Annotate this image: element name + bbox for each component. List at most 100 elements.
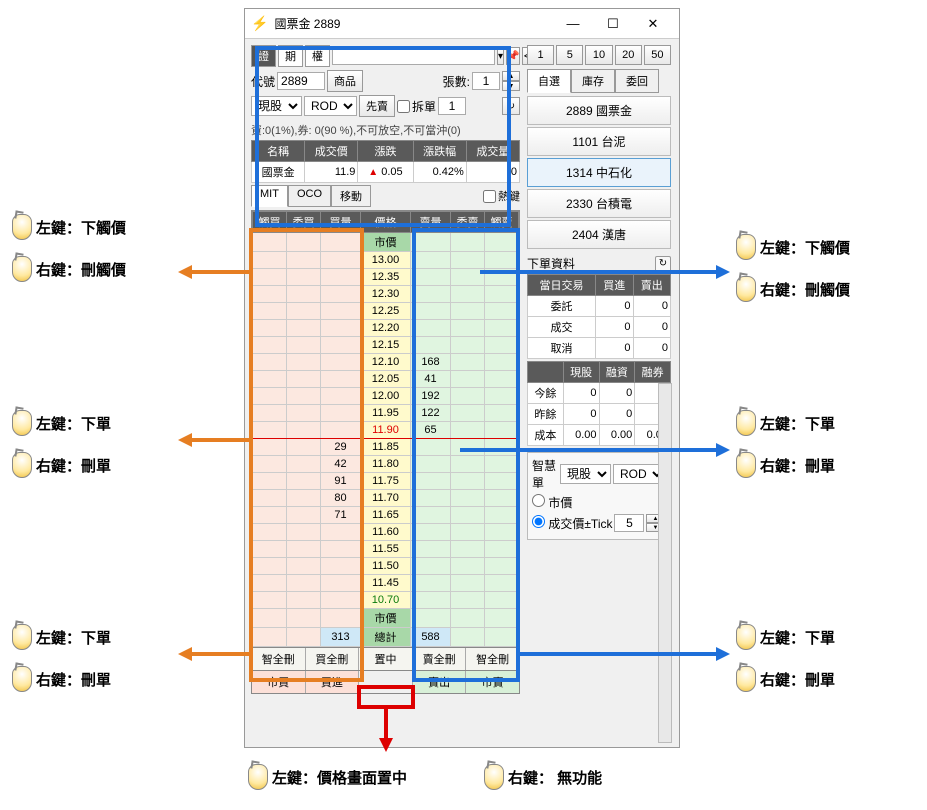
product-button[interactable]: 商品	[327, 70, 363, 92]
price-cell[interactable]: 12.10	[361, 354, 411, 371]
order-sell-cell[interactable]	[451, 541, 485, 558]
trigger-sell-cell[interactable]	[485, 388, 519, 405]
order-sell-cell[interactable]	[451, 422, 485, 439]
price-cell[interactable]: 11.60	[361, 524, 411, 541]
trigger-sell-cell[interactable]	[485, 354, 519, 371]
ladder-action2-3[interactable]: 賣出	[413, 671, 467, 693]
price-cell[interactable]: 11.55	[361, 541, 411, 558]
ask-vol-cell[interactable]: 192	[411, 388, 451, 405]
ladder-action2-2[interactable]	[359, 671, 413, 693]
trigger-sell-cell[interactable]	[485, 337, 519, 354]
ladder-action-1[interactable]: 買全刪	[306, 648, 360, 670]
ask-vol-cell[interactable]	[411, 286, 451, 303]
ask-vol-cell[interactable]	[411, 456, 451, 473]
trigger-sell-cell[interactable]	[485, 592, 519, 609]
trigger-buy-cell[interactable]	[253, 337, 287, 354]
bid-vol-cell[interactable]	[321, 592, 361, 609]
maximize-button[interactable]: ☐	[593, 10, 633, 38]
trigger-buy-cell[interactable]	[253, 354, 287, 371]
dropdown-icon[interactable]: ▾	[497, 47, 504, 65]
trigger-sell-cell[interactable]	[485, 473, 519, 490]
qty-down-icon[interactable]: ▼	[502, 81, 520, 91]
order-sell-cell[interactable]	[451, 337, 485, 354]
ask-vol-cell[interactable]: 168	[411, 354, 451, 371]
bid-vol-cell[interactable]	[321, 524, 361, 541]
bid-vol-cell[interactable]	[321, 269, 361, 286]
trigger-sell-cell[interactable]	[485, 490, 519, 507]
bid-vol-cell[interactable]	[321, 354, 361, 371]
order-buy-cell[interactable]	[287, 422, 321, 439]
tif-select[interactable]: ROD	[304, 96, 357, 116]
bid-vol-cell[interactable]	[321, 371, 361, 388]
hotkey-checkbox[interactable]	[483, 190, 496, 203]
qty-preset-50[interactable]: 50	[644, 45, 671, 65]
ask-vol-cell[interactable]	[411, 303, 451, 320]
ask-vol-cell[interactable]	[411, 507, 451, 524]
trigger-buy-cell[interactable]	[253, 507, 287, 524]
order-buy-cell[interactable]	[287, 337, 321, 354]
ask-vol-cell[interactable]	[411, 337, 451, 354]
scrollbar[interactable]	[658, 383, 672, 743]
price-cell[interactable]: 11.90	[361, 422, 411, 439]
subtab-move[interactable]: 移動	[331, 185, 371, 207]
price-cell[interactable]: 12.25	[361, 303, 411, 320]
price-cell[interactable]: 12.30	[361, 286, 411, 303]
trigger-buy-cell[interactable]	[253, 558, 287, 575]
smart-tick-input[interactable]	[614, 514, 644, 532]
order-sell-cell[interactable]	[451, 473, 485, 490]
order-sell-cell[interactable]	[451, 592, 485, 609]
order-buy-cell[interactable]	[287, 320, 321, 337]
trigger-buy-cell[interactable]	[253, 439, 287, 456]
order-buy-cell[interactable]	[287, 439, 321, 456]
trigger-buy-cell[interactable]	[253, 473, 287, 490]
order-buy-cell[interactable]	[287, 388, 321, 405]
side-tab-1[interactable]: 庫存	[571, 69, 615, 93]
ask-vol-cell[interactable]	[411, 558, 451, 575]
bid-vol-cell[interactable]: 91	[321, 473, 361, 490]
bid-vol-cell[interactable]	[321, 337, 361, 354]
order-sell-cell[interactable]	[451, 388, 485, 405]
trigger-sell-cell[interactable]	[485, 405, 519, 422]
trigger-buy-cell[interactable]	[253, 388, 287, 405]
order-type-select[interactable]: 現股	[251, 96, 302, 116]
ask-vol-cell[interactable]	[411, 490, 451, 507]
order-buy-cell[interactable]	[287, 524, 321, 541]
order-buy-cell[interactable]	[287, 371, 321, 388]
price-cell[interactable]: 12.15	[361, 337, 411, 354]
trigger-sell-cell[interactable]	[485, 541, 519, 558]
order-buy-cell[interactable]	[287, 456, 321, 473]
trigger-buy-cell[interactable]	[253, 320, 287, 337]
bid-vol-cell[interactable]: 80	[321, 490, 361, 507]
qty-preset-1[interactable]: 1	[527, 45, 554, 65]
ladder-action-0[interactable]: 智全刪	[252, 648, 306, 670]
order-sell-cell[interactable]	[451, 575, 485, 592]
ask-vol-cell[interactable]	[411, 473, 451, 490]
split-input[interactable]	[438, 97, 466, 115]
smart-market-radio[interactable]	[532, 494, 545, 507]
pin-icon[interactable]: 📌	[506, 47, 520, 65]
trigger-sell-cell[interactable]	[485, 422, 519, 439]
price-cell[interactable]: 11.75	[361, 473, 411, 490]
order-sell-cell[interactable]	[451, 354, 485, 371]
smart-tick-radio[interactable]	[532, 515, 545, 528]
ladder-action2-1[interactable]: 買進	[306, 671, 360, 693]
subtab-oco[interactable]: OCO	[288, 185, 331, 207]
bid-vol-cell[interactable]	[321, 252, 361, 269]
price-cell[interactable]: 12.20	[361, 320, 411, 337]
subtab-mit[interactable]: MIT	[251, 185, 288, 207]
ladder-action-4[interactable]: 智全刪	[466, 648, 519, 670]
trigger-sell-cell[interactable]	[485, 575, 519, 592]
ask-vol-cell[interactable]: 122	[411, 405, 451, 422]
qty-up-icon[interactable]: ▲	[502, 71, 520, 81]
watch-item[interactable]: 2889 國票金	[527, 96, 671, 125]
trigger-sell-cell[interactable]	[485, 507, 519, 524]
order-sell-cell[interactable]	[451, 286, 485, 303]
order-buy-cell[interactable]	[287, 592, 321, 609]
split-checkbox[interactable]	[397, 100, 410, 113]
bid-vol-cell[interactable]: 71	[321, 507, 361, 524]
qty-preset-10[interactable]: 10	[585, 45, 612, 65]
ask-vol-cell[interactable]: 65	[411, 422, 451, 439]
bid-vol-cell[interactable]	[321, 286, 361, 303]
ask-vol-cell[interactable]	[411, 269, 451, 286]
price-cell[interactable]: 13.00	[361, 252, 411, 269]
